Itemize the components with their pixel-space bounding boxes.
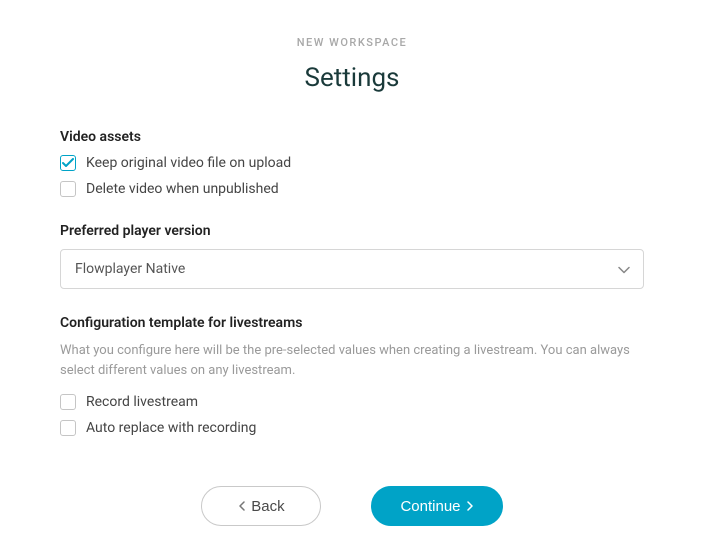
- section-livestream-template: Configuration template for livestreams W…: [60, 315, 644, 436]
- back-button-label: Back: [251, 498, 284, 515]
- continue-button[interactable]: Continue: [371, 486, 502, 526]
- check-icon: [62, 158, 74, 168]
- player-version-selected: Flowplayer Native: [75, 261, 185, 277]
- player-version-select[interactable]: Flowplayer Native: [60, 249, 644, 289]
- checkbox-keep-original[interactable]: [60, 155, 76, 171]
- checkbox-record-livestream[interactable]: [60, 394, 76, 410]
- wizard-button-row: Back Continue: [60, 486, 644, 526]
- chevron-right-icon: [467, 501, 474, 511]
- back-button[interactable]: Back: [201, 486, 321, 526]
- chevron-left-icon: [238, 501, 245, 511]
- option-record-livestream[interactable]: Record livestream: [60, 394, 644, 410]
- checkbox-delete-unpublished[interactable]: [60, 181, 76, 197]
- section-player-version: Preferred player version Flowplayer Nati…: [60, 223, 644, 289]
- option-auto-replace-label: Auto replace with recording: [86, 420, 256, 436]
- wizard-step-eyebrow: NEW WORKSPACE: [60, 36, 644, 49]
- option-delete-unpublished-label: Delete video when unpublished: [86, 181, 279, 197]
- option-delete-unpublished[interactable]: Delete video when unpublished: [60, 181, 644, 197]
- option-record-livestream-label: Record livestream: [86, 394, 198, 410]
- livestream-template-heading: Configuration template for livestreams: [60, 315, 644, 331]
- player-version-heading: Preferred player version: [60, 223, 644, 239]
- option-auto-replace[interactable]: Auto replace with recording: [60, 420, 644, 436]
- option-keep-original-label: Keep original video file on upload: [86, 155, 291, 171]
- checkbox-auto-replace[interactable]: [60, 420, 76, 436]
- option-keep-original[interactable]: Keep original video file on upload: [60, 155, 644, 171]
- page-title: Settings: [60, 63, 644, 93]
- video-assets-heading: Video assets: [60, 129, 644, 145]
- section-video-assets: Video assets Keep original video file on…: [60, 129, 644, 197]
- livestream-template-helper: What you configure here will be the pre-…: [60, 341, 644, 380]
- continue-button-label: Continue: [400, 498, 460, 515]
